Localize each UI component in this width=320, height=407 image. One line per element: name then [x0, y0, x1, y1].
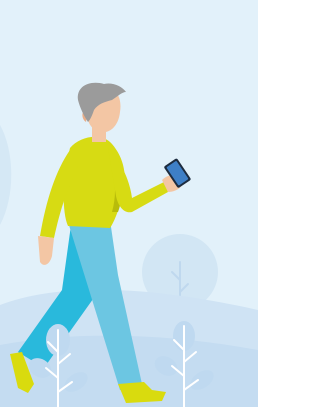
- walking-man-illustration: [0, 0, 258, 407]
- illustration-canvas: [0, 0, 258, 407]
